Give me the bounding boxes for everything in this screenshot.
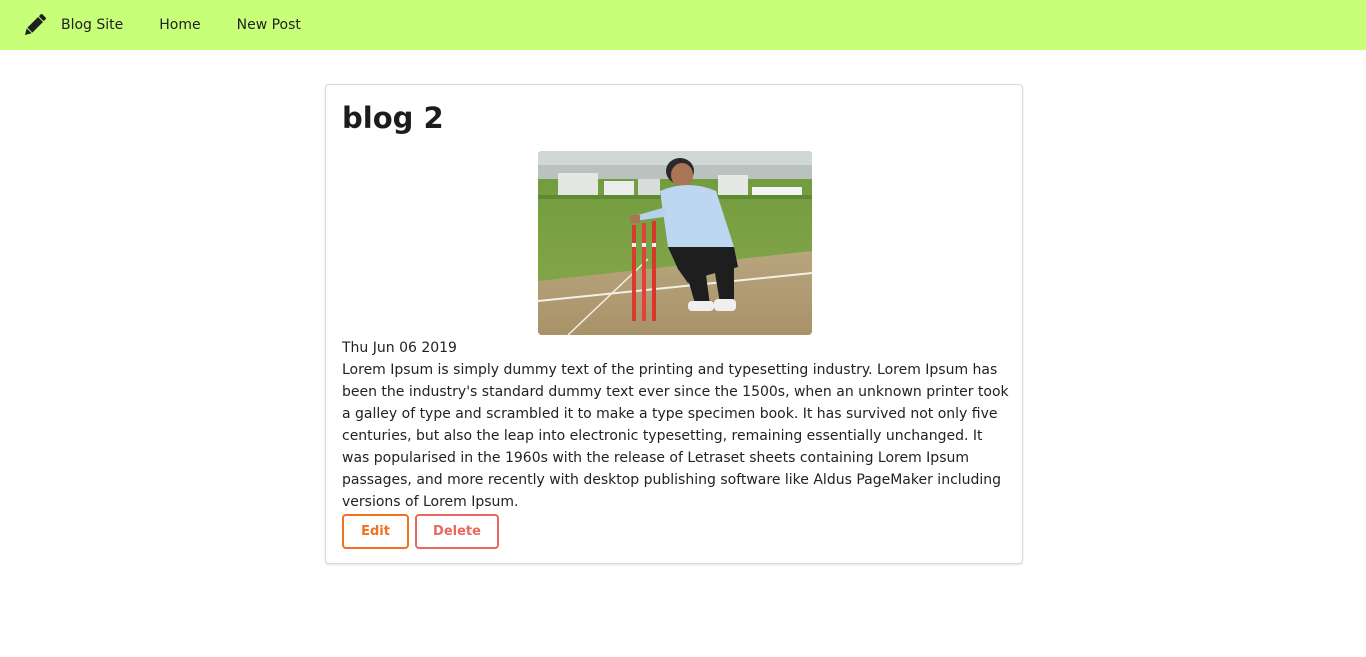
post-card: blog 2 Thu Jun 06 2019 Lorem Ipsum is si… (325, 84, 1023, 564)
brand-label: Blog Site (61, 17, 124, 33)
nav-item-new-post[interactable]: New Post (219, 0, 319, 50)
nav-item-home[interactable]: Home (141, 0, 218, 50)
pencil-icon (20, 11, 49, 40)
nav-brand-link[interactable]: Blog Site (0, 0, 141, 50)
post-date: Thu Jun 06 2019 (342, 340, 457, 356)
post-body: Lorem Ipsum is simply dummy text of the … (342, 362, 1009, 510)
top-navbar: Blog Site Home New Post (0, 0, 1366, 50)
delete-button[interactable]: Delete (415, 514, 499, 549)
edit-button[interactable]: Edit (342, 514, 409, 549)
post-title: blog 2 (342, 101, 444, 135)
post-image (538, 151, 812, 335)
